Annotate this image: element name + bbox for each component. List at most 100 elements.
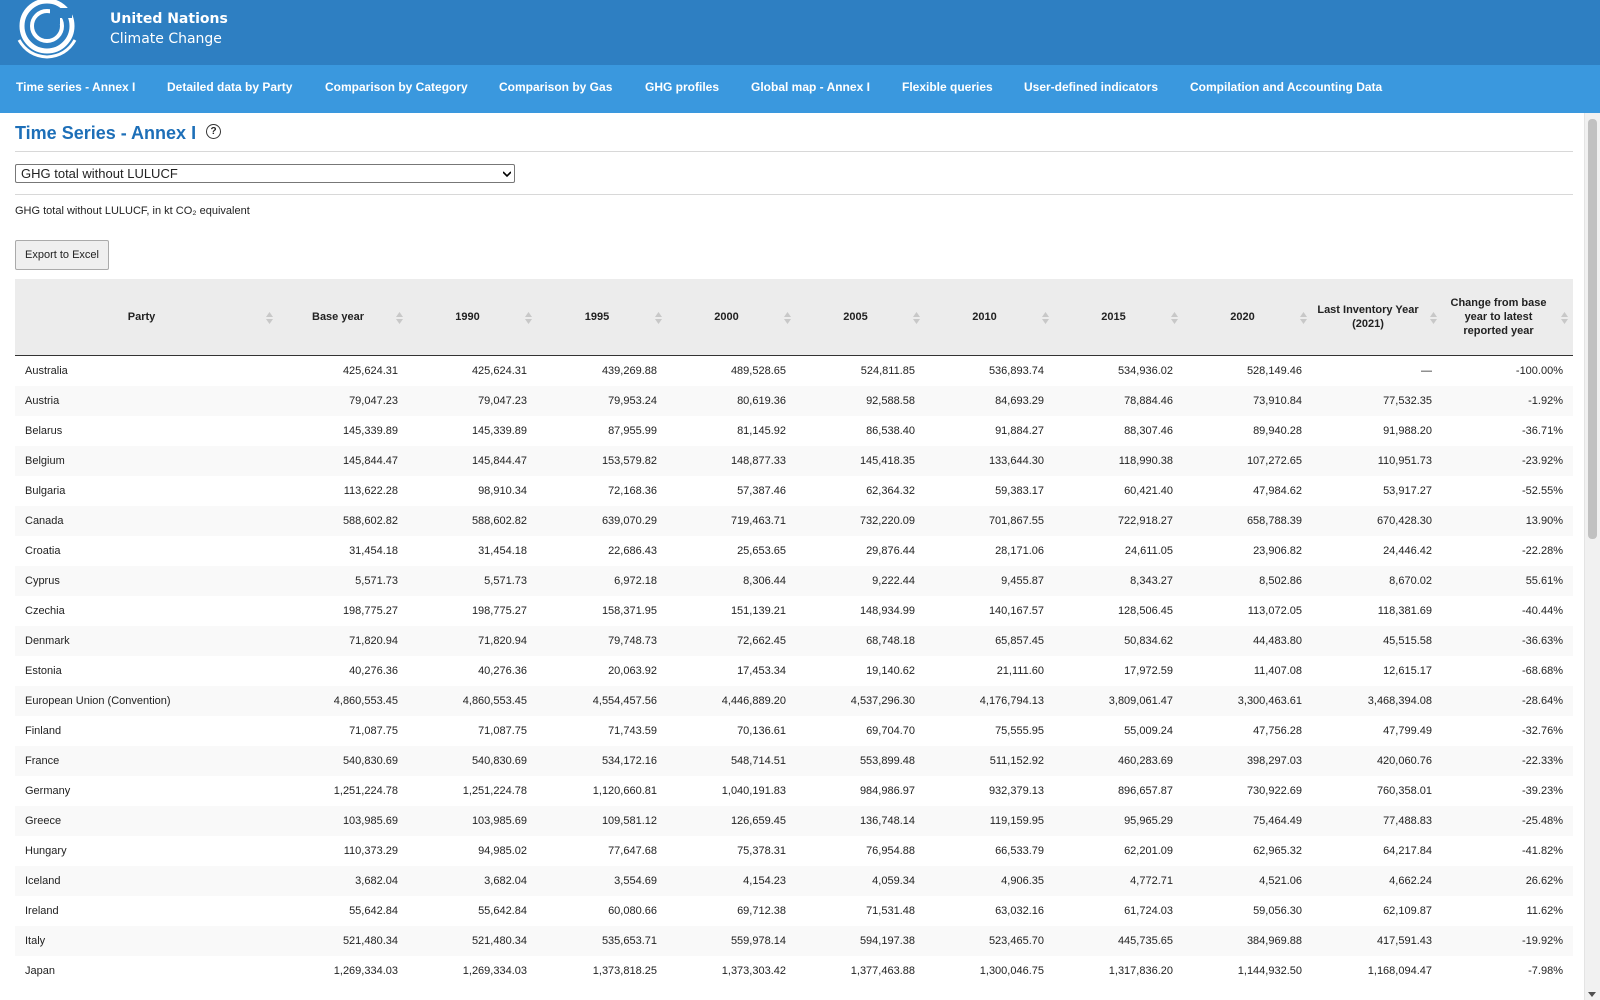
sort-icon[interactable] (1171, 311, 1178, 325)
cell-1995: 6,972.18 (614, 575, 657, 587)
nav-user-indicators[interactable]: User-defined indicators (1024, 65, 1158, 113)
cell-change: -68.68% (1522, 665, 1563, 677)
sort-icon[interactable] (525, 311, 532, 325)
nav-compilation-data[interactable]: Compilation and Accounting Data (1190, 65, 1382, 113)
cell-1990: 521,480.34 (471, 935, 527, 947)
cell-base-year: 425,624.31 (342, 365, 398, 377)
cell-1995: 79,748.73 (608, 635, 657, 647)
sort-icon[interactable] (1042, 311, 1049, 325)
cell-2000: 4,446,889.20 (721, 695, 786, 707)
column-header-party[interactable]: Party (15, 279, 268, 355)
cell-last-inventory: 417,591.43 (1376, 935, 1432, 947)
column-header-2010[interactable]: 2010 (925, 279, 1044, 355)
cell-party: Belarus (25, 425, 63, 437)
cell-party: Finland (25, 725, 62, 737)
cell-1995: 71,743.59 (608, 725, 657, 737)
cell-2010: 4,906.35 (1001, 875, 1044, 887)
column-header-change[interactable]: Change from base year to latest reported… (1442, 279, 1555, 355)
cell-change: -7.98% (1528, 965, 1563, 977)
cell-1995: 87,955.99 (608, 425, 657, 437)
cell-2005: 984,986.97 (859, 785, 915, 797)
cell-2020: 658,788.39 (1246, 515, 1302, 527)
cell-2020: 1,144,932.50 (1237, 965, 1302, 977)
cell-2005: 594,197.38 (859, 935, 915, 947)
nav-time-series[interactable]: Time series - Annex I (16, 65, 135, 113)
cell-2010: 65,857.45 (995, 635, 1044, 647)
nav-global-map[interactable]: Global map - Annex I (751, 65, 870, 113)
cell-2010: 63,032.16 (995, 905, 1044, 917)
column-header-2015[interactable]: 2015 (1054, 279, 1173, 355)
cell-party: Iceland (25, 875, 61, 887)
sort-icon[interactable] (784, 311, 791, 325)
column-header-2005[interactable]: 2005 (796, 279, 915, 355)
unfccc-logo-icon[interactable] (10, 0, 86, 60)
cell-2015: 445,735.65 (1117, 935, 1173, 947)
nav-comparison-gas[interactable]: Comparison by Gas (499, 65, 612, 113)
cell-2000: 1,040,191.83 (721, 785, 786, 797)
column-header-1995[interactable]: 1995 (537, 279, 657, 355)
column-header-2020[interactable]: 2020 (1183, 279, 1302, 355)
column-header-last-inventory[interactable]: Last Inventory Year (2021) (1312, 279, 1424, 355)
cell-party: Denmark (25, 635, 70, 647)
vertical-scrollbar[interactable] (1584, 113, 1600, 1000)
cell-last-inventory: 670,428.30 (1376, 515, 1432, 527)
sort-icon[interactable] (266, 311, 273, 325)
sort-icon[interactable] (1561, 311, 1568, 325)
cell-1995: 22,686.43 (608, 545, 657, 557)
divider (15, 194, 1573, 195)
cell-1995: 72,168.36 (608, 485, 657, 497)
brand-name[interactable]: United Nations Climate Change (110, 10, 228, 49)
cell-2015: 60,421.40 (1124, 485, 1173, 497)
sort-icon[interactable] (913, 311, 920, 325)
export-excel-button[interactable]: Export to Excel (15, 240, 109, 270)
chevron-down-icon (503, 171, 511, 178)
cell-base-year: 31,454.18 (349, 545, 398, 557)
cell-1990: 40,276.36 (478, 665, 527, 677)
nav-ghg-profiles[interactable]: GHG profiles (645, 65, 719, 113)
cell-2020: 47,984.62 (1253, 485, 1302, 497)
sort-icon[interactable] (655, 311, 662, 325)
divider (15, 151, 1573, 152)
help-icon[interactable]: ? (206, 124, 221, 139)
nav-flexible-queries[interactable]: Flexible queries (902, 65, 993, 113)
column-header-2000[interactable]: 2000 (667, 279, 786, 355)
cell-2005: 68,748.18 (866, 635, 915, 647)
cell-2020: 8,502.86 (1259, 575, 1302, 587)
cell-2015: 24,611.05 (1124, 545, 1173, 557)
indicator-select[interactable]: GHG total without LULUCF (15, 164, 515, 183)
cell-1990: 145,339.89 (471, 425, 527, 437)
cell-2010: 28,171.06 (995, 545, 1044, 557)
scrollbar-thumb[interactable] (1588, 119, 1597, 539)
scroll-down-arrow-icon[interactable] (1588, 992, 1596, 997)
page-title: Time Series - Annex I (15, 123, 197, 143)
cell-change: -28.64% (1522, 695, 1563, 707)
cell-2015: 534,936.02 (1117, 365, 1173, 377)
column-header-base-year[interactable]: Base year (278, 279, 398, 355)
cell-1995: 534,172.16 (601, 755, 657, 767)
cell-base-year: 71,087.75 (349, 725, 398, 737)
cell-2015: 460,283.69 (1117, 755, 1173, 767)
sort-icon[interactable] (396, 311, 403, 325)
cell-last-inventory: 47,799.49 (1383, 725, 1432, 737)
cell-party: France (25, 755, 60, 767)
cell-1995: 535,653.71 (601, 935, 657, 947)
cell-2005: 62,364.32 (866, 485, 915, 497)
sort-icon[interactable] (1300, 311, 1307, 325)
cell-last-inventory: 53,917.27 (1383, 485, 1432, 497)
cell-2010: 536,893.74 (988, 365, 1044, 377)
table-row: Czechia 198,775.27 198,775.27 158,371.95 151… (15, 596, 1573, 626)
cell-base-year: 79,047.23 (349, 395, 398, 407)
sort-icon[interactable] (1430, 311, 1437, 325)
cell-last-inventory: 8,670.02 (1389, 575, 1432, 587)
cell-2000: 57,387.46 (737, 485, 786, 497)
cell-2000: 151,139.21 (730, 605, 786, 617)
cell-1990: 103,985.69 (471, 815, 527, 827)
cell-last-inventory: 4,662.24 (1389, 875, 1432, 887)
nav-comparison-category[interactable]: Comparison by Category (325, 65, 468, 113)
cell-2000: 126,659.45 (730, 815, 786, 827)
cell-change: 13.90% (1525, 515, 1563, 527)
cell-1990: 79,047.23 (478, 395, 527, 407)
cell-2020: 62,965.32 (1253, 845, 1302, 857)
nav-detailed-data[interactable]: Detailed data by Party (167, 65, 292, 113)
column-header-1990[interactable]: 1990 (408, 279, 527, 355)
